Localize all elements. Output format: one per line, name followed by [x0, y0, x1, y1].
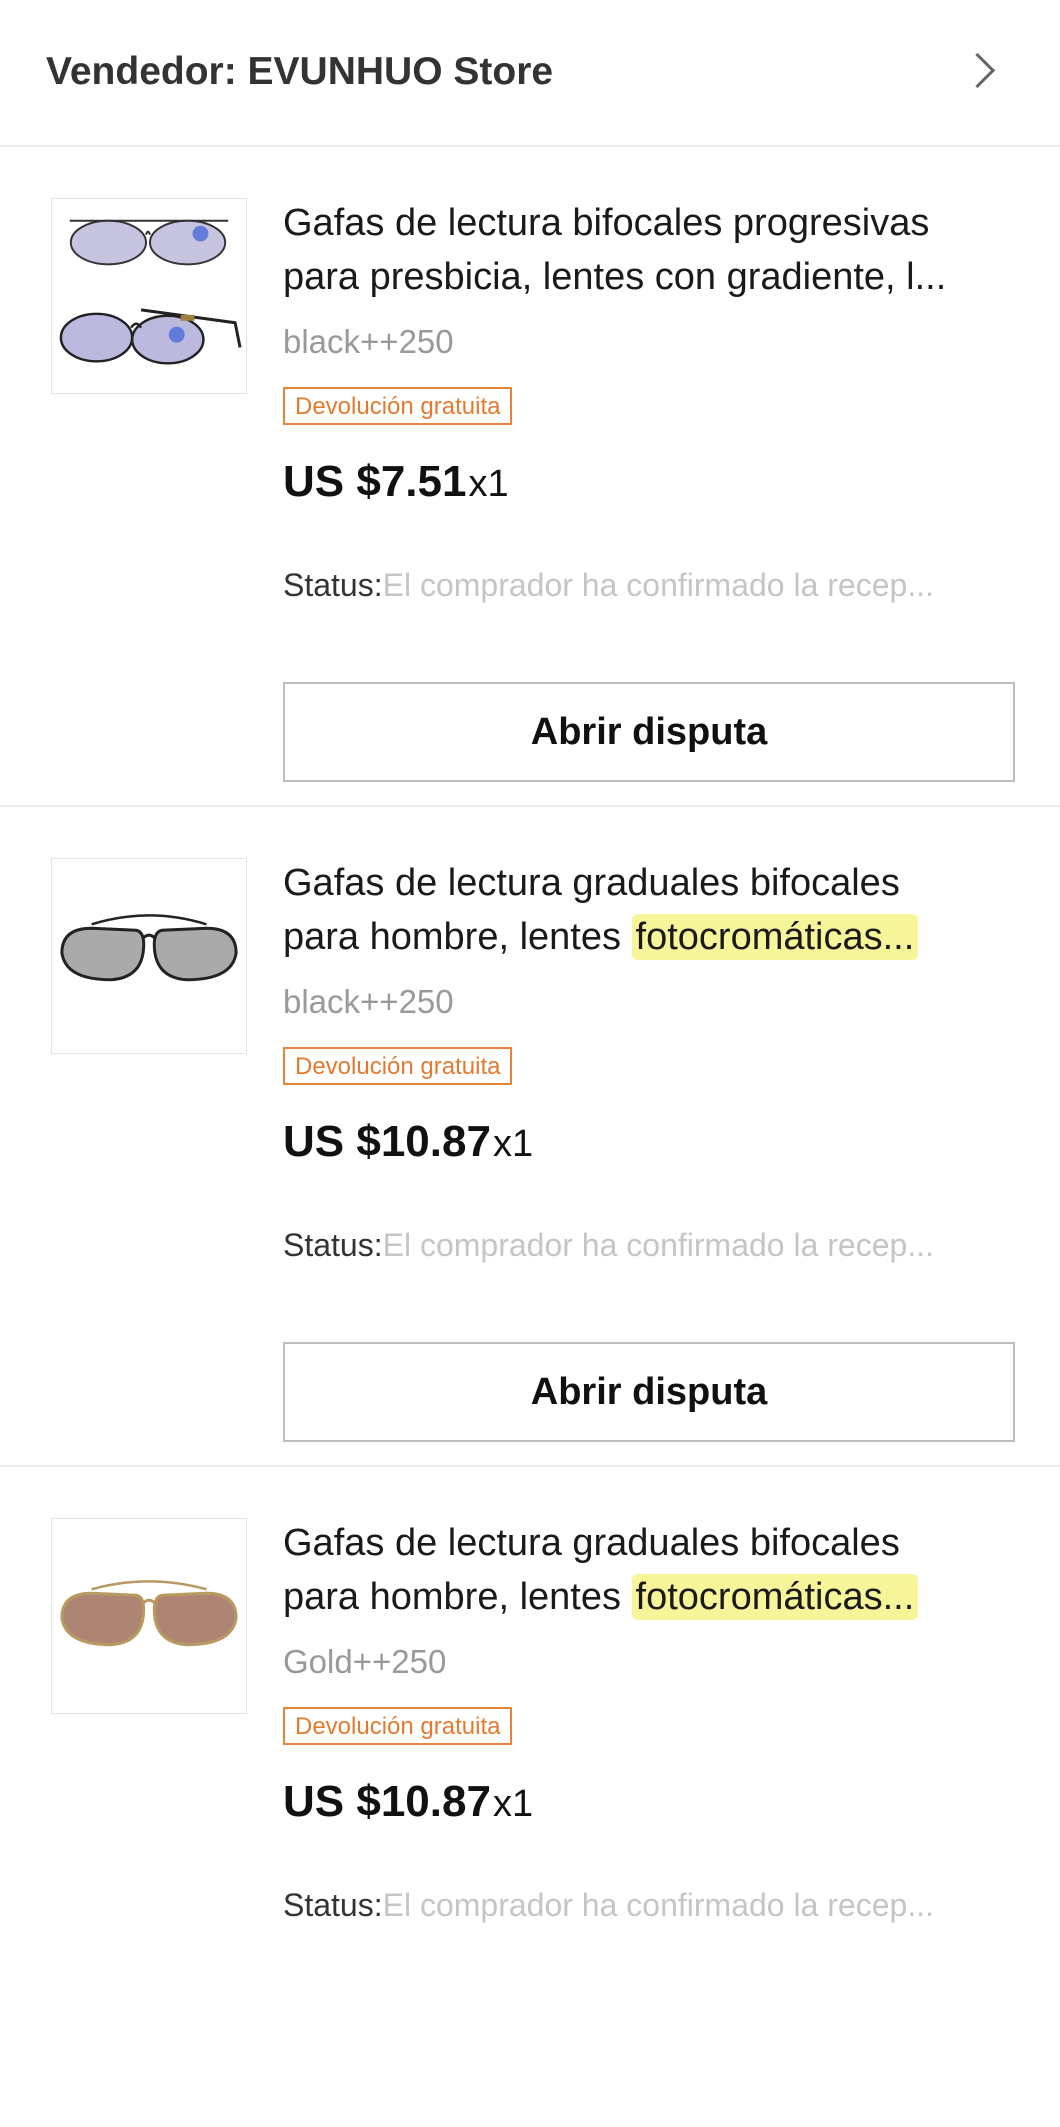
variant-label: black++250: [283, 323, 454, 360]
open-dispute-button[interactable]: Abrir disputa: [283, 1342, 1015, 1442]
price-value: US $10.87: [283, 1117, 491, 1166]
order-item[interactable]: Gafas de lectura graduales bifocales par…: [0, 807, 1060, 1467]
order-item[interactable]: Gafas de lectura bifocales progresivas p…: [0, 147, 1060, 807]
price: US $10.87x1: [283, 1117, 533, 1167]
order-status: Status:El comprador ha confirmado la rec…: [283, 1227, 1023, 1264]
seller-header[interactable]: Vendedor: EVUNHUO Store: [0, 0, 1060, 147]
status-value: El comprador ha confirmado la recep...: [382, 1227, 934, 1263]
double-aviator-sunglasses-icon: [59, 219, 242, 365]
product-title-line: Gafas de lectura graduales bifocales: [283, 1522, 900, 1564]
product-title-text: para presbicia, lentes con gradiente, l.…: [283, 256, 947, 298]
product-title[interactable]: Gafas de lectura bifocales progresivas p…: [283, 196, 1023, 304]
status-value: El comprador ha confirmado la recep...: [382, 567, 934, 603]
order-status: Status:El comprador ha confirmado la rec…: [283, 567, 1023, 604]
product-title-line: para presbicia, lentes con gradiente, l.…: [283, 250, 1023, 304]
product-thumbnail[interactable]: [51, 858, 247, 1054]
product-title[interactable]: Gafas de lectura graduales bifocales par…: [283, 1516, 1023, 1624]
price: US $7.51x1: [283, 457, 509, 507]
order-item[interactable]: Gafas de lectura graduales bifocales par…: [0, 1467, 1060, 2127]
product-title-line: para hombre, lentes fotocromáticas...: [283, 910, 1023, 964]
product-thumbnail[interactable]: [51, 198, 247, 394]
open-dispute-button[interactable]: Abrir disputa: [283, 682, 1015, 782]
variant-label: Gold++250: [283, 1643, 447, 1680]
price-value: US $7.51: [283, 457, 467, 506]
product-title[interactable]: Gafas de lectura graduales bifocales par…: [283, 856, 1023, 964]
price: US $10.87x1: [283, 1777, 533, 1827]
variant-label: black++250: [283, 983, 454, 1020]
product-title-text: para hombre, lentes: [283, 916, 632, 958]
product-title-line: Gafas de lectura bifocales progresivas: [283, 202, 930, 244]
product-title-line: Gafas de lectura graduales bifocales: [283, 862, 900, 904]
status-label: Status:: [283, 567, 383, 603]
free-return-badge: Devolución gratuita: [283, 1047, 513, 1085]
status-value: El comprador ha confirmado la recep...: [382, 1887, 934, 1923]
highlighted-text: fotocromáticas...: [631, 1574, 919, 1620]
quantity: x1: [492, 1783, 534, 1825]
status-label: Status:: [283, 1887, 383, 1923]
highlighted-text: fotocromáticas...: [631, 914, 919, 960]
order-status: Status:El comprador ha confirmado la rec…: [283, 1887, 1023, 1924]
aviator-sunglasses-icon: [60, 914, 238, 982]
status-label: Status:: [283, 1227, 383, 1263]
free-return-badge: Devolución gratuita: [283, 1707, 513, 1745]
quantity: x1: [468, 463, 509, 505]
product-title-text: para hombre, lentes: [283, 1576, 632, 1618]
seller-name: Vendedor: EVUNHUO Store: [46, 50, 554, 93]
chevron-right-icon[interactable]: [959, 52, 996, 89]
quantity: x1: [492, 1123, 534, 1165]
free-return-badge: Devolución gratuita: [283, 387, 513, 425]
product-thumbnail[interactable]: [51, 1518, 247, 1714]
product-title-line: para hombre, lentes fotocromáticas...: [283, 1570, 1023, 1624]
price-value: US $10.87: [283, 1777, 491, 1826]
aviator-sunglasses-icon: [60, 1580, 238, 1647]
